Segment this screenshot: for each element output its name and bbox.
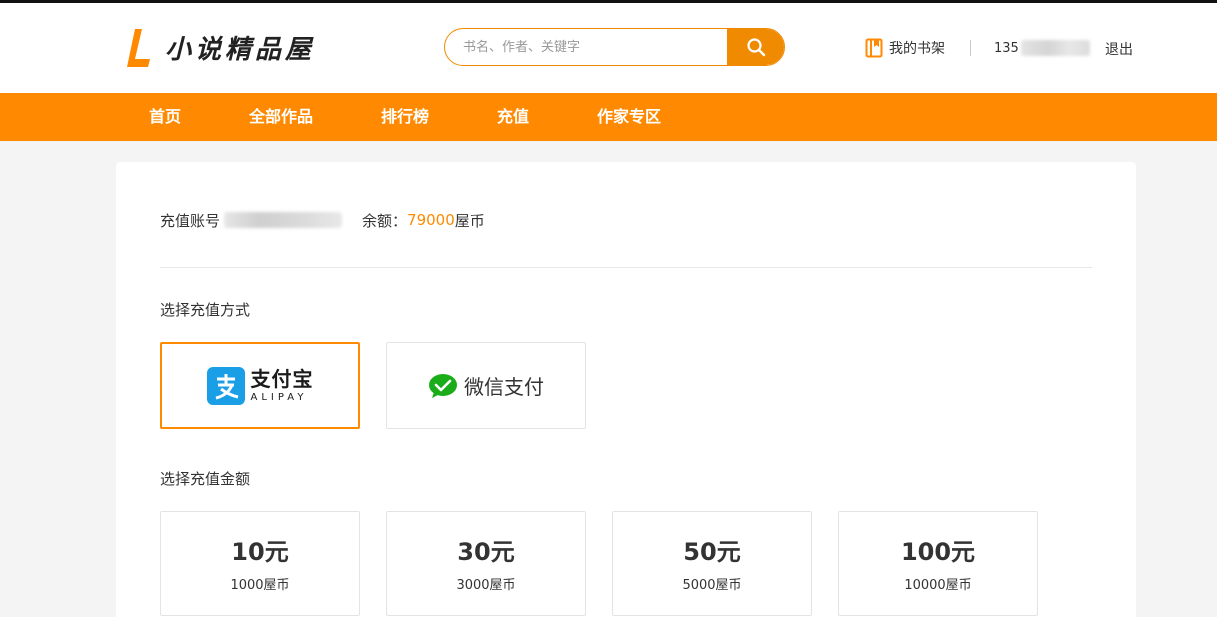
site-logo[interactable]: 小说精品屋 <box>125 25 315 69</box>
search-icon <box>746 38 765 57</box>
recharge-panel: 充值账号 余额： 79000 屋币 选择充值方式 支付宝 ALIPAY 微信支付… <box>116 162 1136 617</box>
account-info: 充值账号 余额： 79000 屋币 <box>160 209 485 231</box>
payment-method-label: 选择充值方式 <box>160 301 251 319</box>
search-button[interactable] <box>727 29 784 65</box>
amount-coins: 1000屋币 <box>230 578 290 593</box>
bookshelf-icon <box>865 38 883 58</box>
wechat-icon <box>429 373 457 398</box>
nav-item-home[interactable]: 首页 <box>149 93 181 141</box>
user-id-prefix: 135 <box>994 40 1019 56</box>
amount-option-10[interactable]: 10元 1000屋币 <box>160 511 360 616</box>
amount-option-30[interactable]: 30元 3000屋币 <box>386 511 586 616</box>
nav-item-all-works[interactable]: 全部作品 <box>249 93 313 141</box>
search-input[interactable] <box>445 29 728 65</box>
amount-option-50[interactable]: 50元 5000屋币 <box>612 511 812 616</box>
amount-yuan: 50元 <box>683 538 741 566</box>
main-nav: 首页 全部作品 排行榜 充值 作家专区 <box>0 93 1217 141</box>
alipay-icon <box>206 366 245 405</box>
logout-link[interactable]: 退出 <box>1105 39 1133 59</box>
account-id-blurred <box>224 212 343 228</box>
account-label: 充值账号 <box>160 211 221 230</box>
alipay-label: 支付宝 <box>250 366 314 391</box>
my-bookshelf-link[interactable]: 我的书架 <box>865 38 945 58</box>
balance-value: 79000 <box>407 211 455 229</box>
header-divider <box>970 40 971 56</box>
amount-yuan: 100元 <box>900 538 976 566</box>
amount-option-100[interactable]: 100元 10000屋币 <box>838 511 1038 616</box>
amount-yuan: 30元 <box>457 538 515 566</box>
balance-unit: 屋币 <box>454 211 485 230</box>
logo-text: 小说精品屋 <box>165 34 316 65</box>
user-id-blurred <box>1020 40 1090 56</box>
nav-item-ranking[interactable]: 排行榜 <box>381 93 429 141</box>
amount-coins: 5000屋币 <box>682 578 742 593</box>
wechat-pay-option[interactable]: 微信支付 <box>386 342 586 429</box>
search-bar <box>444 28 785 66</box>
amount-coins: 3000屋币 <box>456 578 516 593</box>
wechat-pay-label: 微信支付 <box>464 375 544 399</box>
amount-coins: 10000屋币 <box>904 578 972 593</box>
section-divider <box>160 267 1092 268</box>
amount-label: 选择充值金额 <box>160 470 251 488</box>
amount-yuan: 10元 <box>231 538 289 566</box>
alipay-option[interactable]: 支付宝 ALIPAY <box>160 342 360 429</box>
balance-label: 余额： <box>362 211 408 230</box>
bookshelf-label: 我的书架 <box>889 41 945 57</box>
alipay-english-label: ALIPAY <box>250 391 308 403</box>
site-header: 小说精品屋 我的书架 135 退出 <box>0 3 1217 93</box>
user-account[interactable]: 135 <box>994 39 1090 57</box>
nav-item-recharge[interactable]: 充值 <box>497 93 529 141</box>
nav-item-author-zone[interactable]: 作家专区 <box>597 93 661 141</box>
logo-l-icon <box>125 25 153 69</box>
